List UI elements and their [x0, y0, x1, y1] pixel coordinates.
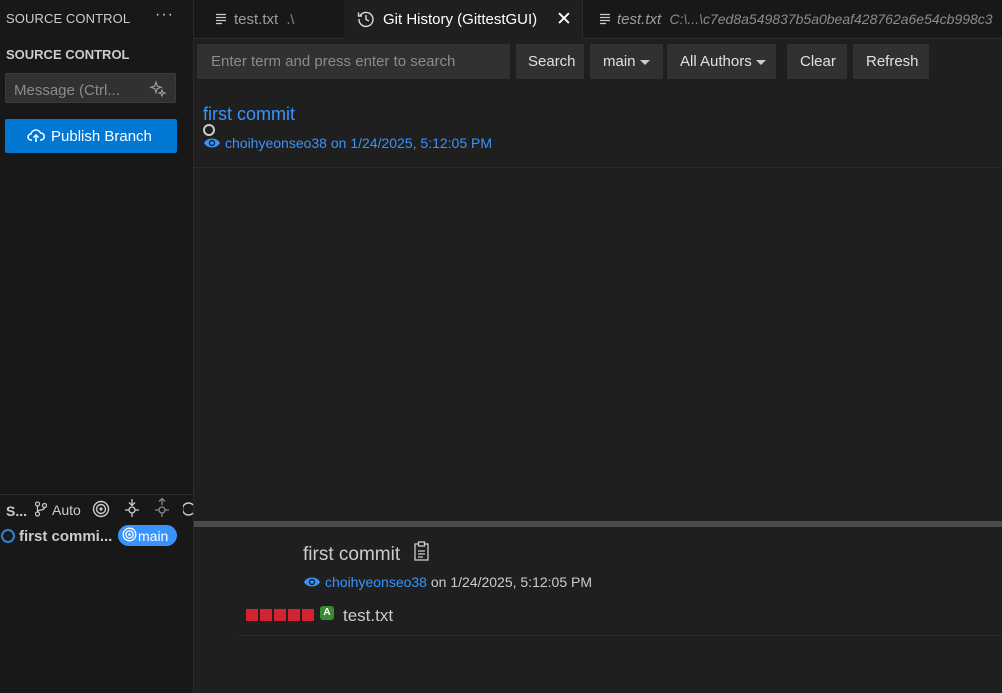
tab-label: test.txt C:\...\c7ed8a549837b5a0beaf4287… [617, 11, 993, 28]
change-bar [260, 609, 272, 621]
refresh-button[interactable]: Refresh [853, 44, 929, 79]
branch-badge-label: main [138, 528, 169, 544]
details-author[interactable]: choihyeonseo38 [325, 574, 427, 590]
commit-author[interactable]: choihyeonseo38 [225, 135, 327, 151]
sidebar-header: SOURCE CONTROL [6, 11, 131, 26]
branch-dropdown-label: main [603, 53, 650, 70]
commit-list-item[interactable]: first commit choihyeonseo38 on 1/24/2025… [194, 85, 1002, 168]
details-title: first commit [303, 544, 401, 565]
branch-badge: main [118, 525, 177, 546]
change-bar [288, 609, 300, 621]
target-icon [122, 527, 137, 542]
branch-dropdown[interactable]: main [590, 44, 663, 79]
chevron-down-icon [755, 59, 766, 65]
change-bar [246, 609, 258, 621]
details-date: on 1/24/2025, 5:12:05 PM [430, 574, 592, 590]
auto-label[interactable]: Auto [52, 502, 81, 518]
details-author-line: choihyeonseo38 on 1/24/2025, 5:12:05 PM [325, 574, 592, 590]
clipboard-icon[interactable] [413, 541, 431, 561]
more-actions-icon[interactable]: ··· [155, 6, 174, 24]
tab-label: test.txt .\ [234, 11, 295, 28]
section-title: SOURCE CONTROL [6, 47, 130, 62]
file-lines-icon [216, 13, 226, 25]
commit-date: on 1/24/2025, 5:12:05 PM [330, 135, 492, 151]
clear-button[interactable]: Clear [787, 44, 847, 79]
tab-git-history[interactable]: Git History (GittestGUI) ✕ [344, 0, 583, 39]
history-icon [357, 11, 374, 28]
tab-test-txt[interactable]: test.txt .\ [194, 0, 345, 38]
commit-message-link[interactable]: first commit [203, 104, 295, 125]
search-input[interactable] [197, 44, 510, 79]
tab-label: Git History (GittestGUI) [383, 11, 538, 28]
source-control-sidebar: SOURCE CONTROL ··· SOURCE CONTROL Messag… [0, 0, 194, 693]
commit-node-icon [203, 124, 215, 136]
eye-icon[interactable] [303, 575, 321, 589]
change-bar [274, 609, 286, 621]
target-icon[interactable] [92, 500, 110, 518]
cloud-upload-icon [27, 129, 45, 142]
authors-dropdown[interactable]: All Authors [667, 44, 776, 79]
chevron-down-icon [639, 59, 650, 65]
graph-section-title: S... [6, 503, 28, 519]
graph-commit-label: first commi... [19, 528, 113, 545]
changed-file-link[interactable]: test.txt [343, 606, 393, 626]
divider [238, 635, 1002, 636]
publish-branch-button[interactable]: Publish Branch [5, 119, 177, 153]
file-lines-icon [600, 13, 610, 25]
fetch-icon[interactable] [123, 498, 141, 518]
commit-message-input[interactable]: Message (Ctrl... [5, 73, 176, 103]
change-bar [302, 609, 314, 621]
close-icon[interactable]: ✕ [556, 8, 572, 31]
commit-list: first commit choihyeonseo38 on 1/24/2025… [194, 85, 1002, 521]
commit-message-placeholder: Message (Ctrl... [14, 82, 120, 99]
git-branch-icon[interactable] [34, 501, 48, 517]
change-bars [246, 609, 316, 621]
graph-node-icon [1, 529, 15, 543]
search-button[interactable]: Search [516, 44, 584, 79]
editor-tab-bar: test.txt .\ Git History (GittestGUI) ✕ t… [194, 0, 1002, 39]
graph-commit-row[interactable]: first commi... main [0, 524, 193, 548]
refresh-button-label: Refresh [866, 53, 919, 70]
eye-icon[interactable] [203, 136, 221, 150]
search-button-label: Search [528, 53, 576, 70]
graph-section-header[interactable]: S... Auto [0, 494, 194, 523]
tab-test-txt-diff[interactable]: test.txt C:\...\c7ed8a549837b5a0beaf4287… [582, 0, 1002, 38]
commit-author-line: choihyeonseo38 on 1/24/2025, 5:12:05 PM [225, 135, 492, 151]
authors-dropdown-label: All Authors [680, 53, 766, 70]
sparkle-icon[interactable] [149, 80, 167, 98]
added-status-badge: A [320, 606, 334, 620]
commit-details-panel: first commit choihyeonseo38 on 1/24/2025… [194, 527, 1002, 693]
push-icon[interactable] [153, 498, 171, 518]
history-toolbar: Search main All Authors Clear Refresh [194, 39, 1002, 85]
clear-button-label: Clear [800, 53, 836, 70]
publish-branch-label: Publish Branch [51, 128, 152, 145]
